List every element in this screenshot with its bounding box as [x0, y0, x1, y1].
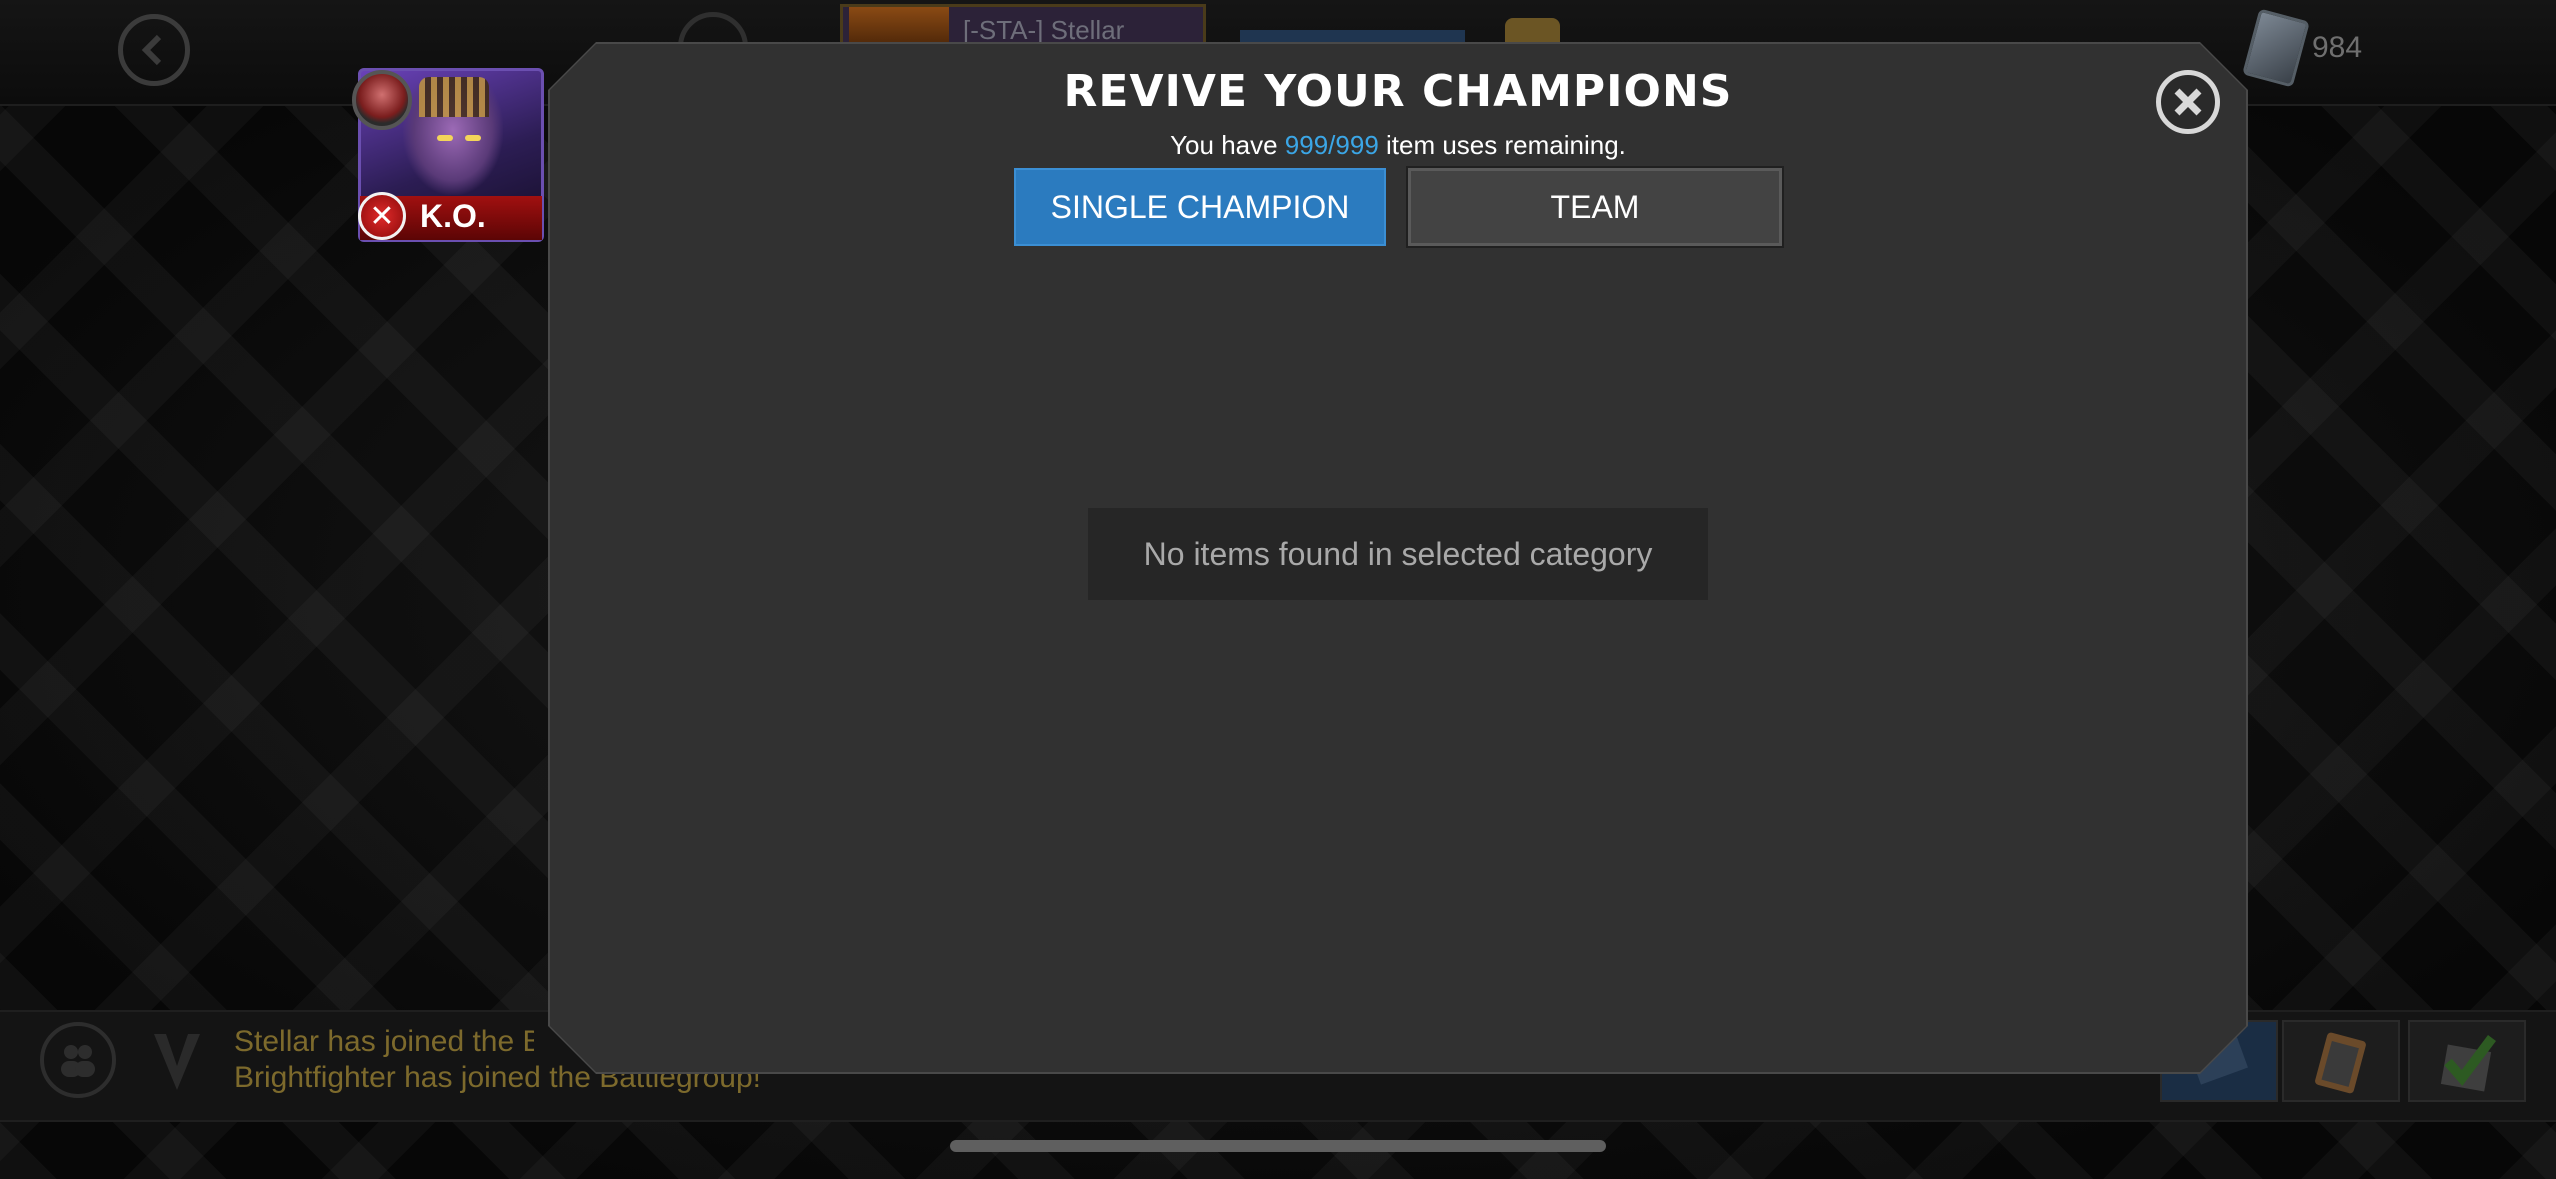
feed-line: Stellar has joined the Battlegroup! [234, 1025, 534, 1058]
item-uses-count: 999/999 [1284, 130, 1379, 160]
champion-chip-name: [-STA-] Stellar [963, 15, 1125, 45]
back-button[interactable] [118, 14, 190, 86]
subtitle-suffix: item uses remaining. [1378, 130, 1626, 160]
people-button[interactable] [40, 1022, 116, 1098]
tab-single-champion[interactable]: SINGLE CHAMPION [1014, 168, 1386, 246]
modal-title: REVIVE YOUR CHAMPIONS [1063, 66, 1733, 117]
synergy-avatar [352, 70, 412, 130]
home-indicator[interactable] [950, 1140, 1606, 1152]
confirm-button[interactable] [2408, 1020, 2526, 1102]
close-button[interactable] [2156, 70, 2220, 134]
champion-eye [437, 135, 453, 141]
clipboard-icon [2315, 1032, 2366, 1094]
units-value: 984 [2312, 31, 2363, 64]
empty-state-message: No items found in selected category [1088, 508, 1708, 600]
back-arrow-icon [141, 34, 162, 66]
champion-crest [419, 77, 489, 117]
alliance-logo-icon [154, 1034, 200, 1090]
champion-eye [465, 135, 481, 141]
close-icon [2174, 88, 2202, 116]
subtitle-prefix: You have [1170, 130, 1285, 160]
people-icon [61, 1045, 95, 1077]
item-uses-remaining: You have 999/999 item uses remaining. [550, 130, 2246, 161]
ko-x-icon: ✕ [358, 192, 406, 240]
checkmark-icon [2440, 1035, 2496, 1092]
tab-team[interactable]: TEAM [1408, 168, 1782, 246]
objectives-button[interactable] [2282, 1020, 2400, 1102]
ko-status-label: K.O. [420, 198, 486, 234]
units-counter[interactable]: 984 [2242, 8, 2363, 88]
units-card-icon [2242, 8, 2310, 88]
